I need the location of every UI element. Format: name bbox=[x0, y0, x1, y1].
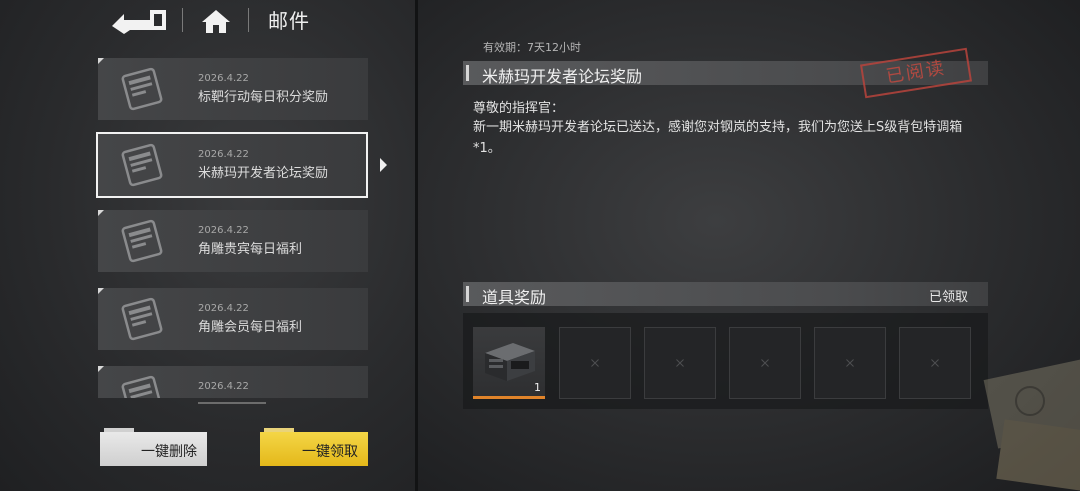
empty-slot bbox=[899, 327, 971, 399]
mail-detail-panel: 有效期：7天12小时 米赫玛开发者论坛奖励 已阅读 尊敬的指挥官： 新一期米赫玛… bbox=[418, 0, 1080, 491]
mail-document-icon bbox=[121, 67, 163, 111]
mail-title: 标靶行动每日积分奖励 bbox=[198, 90, 329, 105]
claimed-status: 已领取 bbox=[928, 290, 968, 305]
empty-slot bbox=[814, 327, 886, 399]
item-quantity: 1 bbox=[534, 381, 541, 394]
reward-slots: 1 bbox=[463, 313, 988, 409]
mail-item[interactable]: 2026.4.22 标靶行动每日积分奖励 bbox=[98, 58, 368, 120]
mail-item-selected[interactable]: 2026.4.22 米赫玛开发者论坛奖励 bbox=[96, 132, 368, 198]
claim-all-label: 一键领取 bbox=[302, 444, 358, 460]
page-title: 邮件 bbox=[268, 9, 310, 33]
mail-title: 米赫玛开发者论坛奖励 bbox=[198, 166, 329, 181]
validity-text: 有效期：7天12小时 bbox=[483, 41, 581, 54]
decorative-envelopes bbox=[983, 355, 1080, 491]
corner-marker bbox=[98, 366, 104, 372]
mail-date: 2026.4.22 bbox=[198, 225, 249, 236]
left-panel: 邮件 2026.4.22 标靶行动每日积分奖励 2026.4.22 米赫玛开发者… bbox=[0, 0, 415, 491]
claim-all-button[interactable]: 一键领取 bbox=[260, 428, 368, 466]
mail-item[interactable]: 2026.4.22 bbox=[98, 366, 368, 398]
home-icon[interactable] bbox=[200, 8, 232, 34]
mail-detail-title: 米赫玛开发者论坛奖励 bbox=[482, 67, 643, 86]
mail-date: 2026.4.22 bbox=[198, 149, 249, 160]
mail-document-icon bbox=[121, 219, 163, 263]
empty-slot bbox=[729, 327, 801, 399]
button-tag bbox=[104, 428, 134, 432]
mail-title: 角雕贵宾每日福利 bbox=[198, 242, 303, 257]
empty-slot bbox=[559, 327, 631, 399]
corner-marker bbox=[98, 210, 104, 216]
title-marker bbox=[466, 65, 469, 81]
mail-document-icon bbox=[121, 297, 163, 341]
mail-title: 角雕会员每日福利 bbox=[198, 320, 303, 335]
reward-title-bar: 道具奖励 已领取 bbox=[463, 282, 988, 307]
header-separator bbox=[182, 8, 183, 32]
selected-arrow-icon bbox=[380, 158, 387, 172]
mail-date: 2026.4.22 bbox=[198, 303, 249, 314]
delete-all-button[interactable]: 一键删除 bbox=[100, 428, 207, 466]
mail-body: 新一期米赫玛开发者论坛已送达，感谢您对钢岚的支持，我们为您送上S级背包特调箱*1… bbox=[473, 120, 963, 156]
header-separator bbox=[248, 8, 249, 32]
mail-document-icon bbox=[121, 143, 163, 187]
mail-list[interactable]: 2026.4.22 标靶行动每日积分奖励 2026.4.22 米赫玛开发者论坛奖… bbox=[98, 58, 368, 398]
mail-date: 2026.4.22 bbox=[198, 381, 249, 392]
mail-item[interactable]: 2026.4.22 角雕会员每日福利 bbox=[98, 288, 368, 350]
button-tag bbox=[264, 428, 294, 432]
mail-salutation: 尊敬的指挥官： bbox=[473, 101, 565, 116]
mail-item[interactable]: 2026.4.22 角雕贵宾每日福利 bbox=[98, 210, 368, 272]
reward-title: 道具奖励 bbox=[482, 288, 547, 307]
read-stamp: 已阅读 bbox=[860, 47, 972, 99]
corner-marker bbox=[98, 58, 104, 64]
delete-all-label: 一键删除 bbox=[141, 444, 197, 460]
mail-date: 2026.4.22 bbox=[198, 73, 249, 84]
back-arrow-icon[interactable] bbox=[110, 6, 170, 34]
scrollbar[interactable] bbox=[198, 402, 266, 404]
mail-document-icon bbox=[121, 375, 163, 398]
title-marker bbox=[466, 286, 469, 302]
corner-marker bbox=[98, 288, 104, 294]
reward-item-slot[interactable]: 1 bbox=[473, 327, 545, 399]
empty-slot bbox=[644, 327, 716, 399]
